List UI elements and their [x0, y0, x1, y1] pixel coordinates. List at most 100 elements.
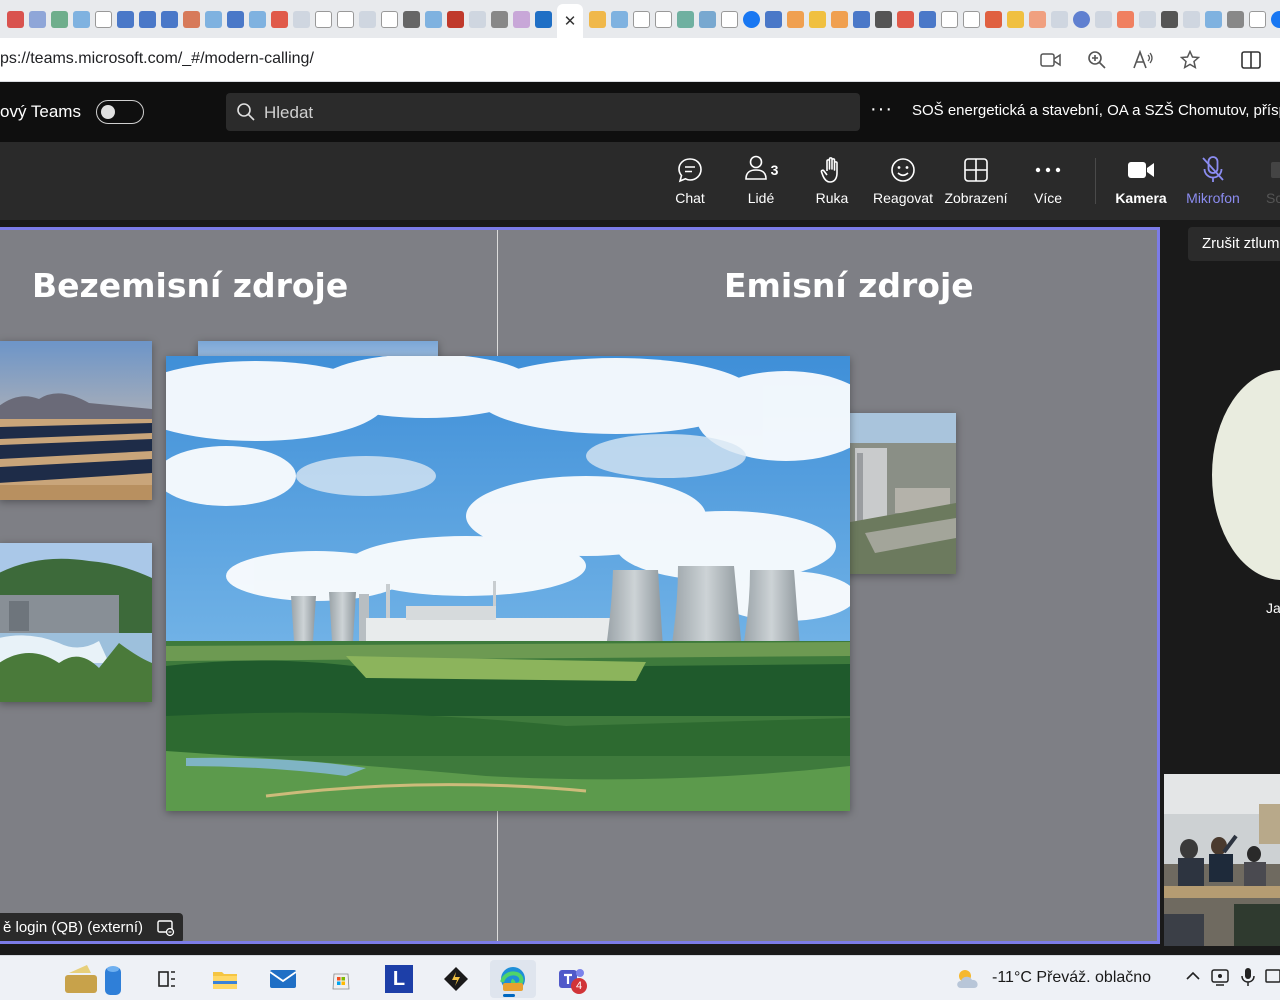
- new-teams-toggle[interactable]: [96, 100, 144, 124]
- tab-favicon[interactable]: [940, 10, 958, 28]
- tab-favicon[interactable]: [984, 10, 1002, 28]
- dark-app-icon[interactable]: [437, 960, 475, 998]
- camera-icon[interactable]: [1038, 47, 1064, 73]
- tab-favicon[interactable]: [204, 10, 222, 28]
- tab-favicon[interactable]: [1050, 10, 1068, 28]
- tab-favicon[interactable]: [1182, 10, 1200, 28]
- tab-favicon[interactable]: [1006, 10, 1024, 28]
- tab-favicon[interactable]: [534, 10, 552, 28]
- notification-badge: 4: [571, 978, 587, 994]
- tab-favicon[interactable]: [314, 10, 332, 28]
- tab-favicon[interactable]: [1270, 10, 1280, 28]
- more-dots-icon: [1012, 154, 1084, 186]
- tab-favicon[interactable]: [632, 10, 650, 28]
- tab-favicon[interactable]: [1094, 10, 1112, 28]
- tab-favicon[interactable]: [160, 10, 178, 28]
- microphone-tray-icon[interactable]: [1240, 967, 1256, 992]
- widgets-icon[interactable]: [60, 960, 132, 998]
- tab-favicon[interactable]: [446, 10, 464, 28]
- share-button[interactable]: Sc: [1250, 154, 1280, 206]
- tab-favicon[interactable]: [292, 10, 310, 28]
- tab-favicon[interactable]: [1248, 10, 1266, 28]
- tab-favicon[interactable]: [654, 10, 672, 28]
- tab-favicon[interactable]: [402, 10, 420, 28]
- tab-favicon[interactable]: [808, 10, 826, 28]
- tab-favicon[interactable]: [1160, 10, 1178, 28]
- weather-text[interactable]: -11°C Převáž. oblačno: [992, 969, 1151, 987]
- tab-favicon[interactable]: [764, 10, 782, 28]
- more-actions-button[interactable]: Více: [1012, 154, 1084, 206]
- react-button[interactable]: Reagovat: [867, 154, 939, 206]
- tab-favicon[interactable]: [490, 10, 508, 28]
- tab-favicon[interactable]: [336, 10, 354, 28]
- raise-hand-button[interactable]: Ruka: [796, 154, 868, 206]
- url-field[interactable]: ps://teams.microsoft.com/_#/modern-calli…: [0, 50, 314, 68]
- tab-favicon[interactable]: [424, 10, 442, 28]
- tab-favicon[interactable]: [270, 10, 288, 28]
- chevron-up-icon[interactable]: [1184, 967, 1202, 990]
- tab-favicon[interactable]: [588, 10, 606, 28]
- tab-favicon[interactable]: [248, 10, 266, 28]
- tab-favicon[interactable]: [610, 10, 628, 28]
- tab-favicon[interactable]: [50, 10, 68, 28]
- tab-favicon[interactable]: [1138, 10, 1156, 28]
- network-icon[interactable]: [1264, 967, 1280, 992]
- tab-favicon[interactable]: [918, 10, 936, 28]
- tab-favicon[interactable]: [94, 10, 112, 28]
- screen-share-icon[interactable]: [157, 919, 175, 941]
- tab-favicon[interactable]: [1204, 10, 1222, 28]
- weather-cloud-icon[interactable]: [950, 960, 988, 998]
- tab-favicon[interactable]: [852, 10, 870, 28]
- mail-icon[interactable]: [264, 960, 302, 998]
- more-options-button[interactable]: ···: [870, 98, 893, 121]
- tab-favicon[interactable]: [962, 10, 980, 28]
- participant-avatar[interactable]: [1212, 370, 1280, 580]
- tab-favicon[interactable]: [698, 10, 716, 28]
- tab-favicon[interactable]: [138, 10, 156, 28]
- tab-favicon[interactable]: [1028, 10, 1046, 28]
- tab-favicon[interactable]: [1116, 10, 1134, 28]
- search-box[interactable]: Hledat: [226, 93, 860, 131]
- tab-favicon[interactable]: [720, 10, 738, 28]
- view-button[interactable]: Zobrazení: [940, 154, 1012, 206]
- tab-favicon[interactable]: [830, 10, 848, 28]
- teams-app-icon[interactable]: 4: [552, 960, 592, 998]
- tab-favicon[interactable]: [874, 10, 892, 28]
- tab-favicon[interactable]: [226, 10, 244, 28]
- close-tab-icon[interactable]: ✕: [564, 12, 577, 30]
- microsoft-store-icon[interactable]: [322, 960, 360, 998]
- edge-browser-icon[interactable]: [490, 960, 536, 998]
- tab-favicon[interactable]: [380, 10, 398, 28]
- classroom-video-tile[interactable]: [1164, 774, 1280, 946]
- tab-favicon[interactable]: [742, 10, 760, 28]
- tab-favicon[interactable]: [72, 10, 90, 28]
- chat-button[interactable]: Chat: [654, 154, 726, 206]
- tab-favicon[interactable]: [786, 10, 804, 28]
- people-button[interactable]: 3 Lidé: [725, 154, 797, 206]
- zoom-icon[interactable]: [1084, 47, 1110, 73]
- active-tab[interactable]: ✕: [557, 4, 583, 38]
- tab-favicon[interactable]: [468, 10, 486, 28]
- letter-app-icon[interactable]: L: [380, 960, 418, 998]
- tab-favicon[interactable]: [896, 10, 914, 28]
- hydro-dam-photo: [0, 543, 152, 702]
- task-view-icon[interactable]: [148, 960, 186, 998]
- tab-favicon[interactable]: [6, 10, 24, 28]
- tab-favicon[interactable]: [512, 10, 530, 28]
- organization-name[interactable]: SOŠ energetická a stavební, OA a SZŠ Cho…: [912, 102, 1280, 119]
- meeting-stage: Bezemisní zdroje Emisní zdroje ě login (…: [0, 220, 1280, 955]
- tab-favicon[interactable]: [116, 10, 134, 28]
- tab-favicon[interactable]: [676, 10, 694, 28]
- read-aloud-icon[interactable]: [1130, 47, 1156, 73]
- meet-now-icon[interactable]: [1210, 967, 1232, 992]
- file-explorer-icon[interactable]: [206, 960, 244, 998]
- tab-favicon[interactable]: [1072, 10, 1090, 28]
- split-screen-icon[interactable]: [1238, 47, 1264, 73]
- tab-favicon[interactable]: [182, 10, 200, 28]
- favorite-star-icon[interactable]: [1177, 47, 1203, 73]
- tab-favicon[interactable]: [28, 10, 46, 28]
- camera-toggle-button[interactable]: Kamera: [1105, 154, 1177, 206]
- tab-favicon[interactable]: [358, 10, 376, 28]
- tab-favicon[interactable]: [1226, 10, 1244, 28]
- microphone-toggle-button[interactable]: Mikrofon: [1177, 154, 1249, 206]
